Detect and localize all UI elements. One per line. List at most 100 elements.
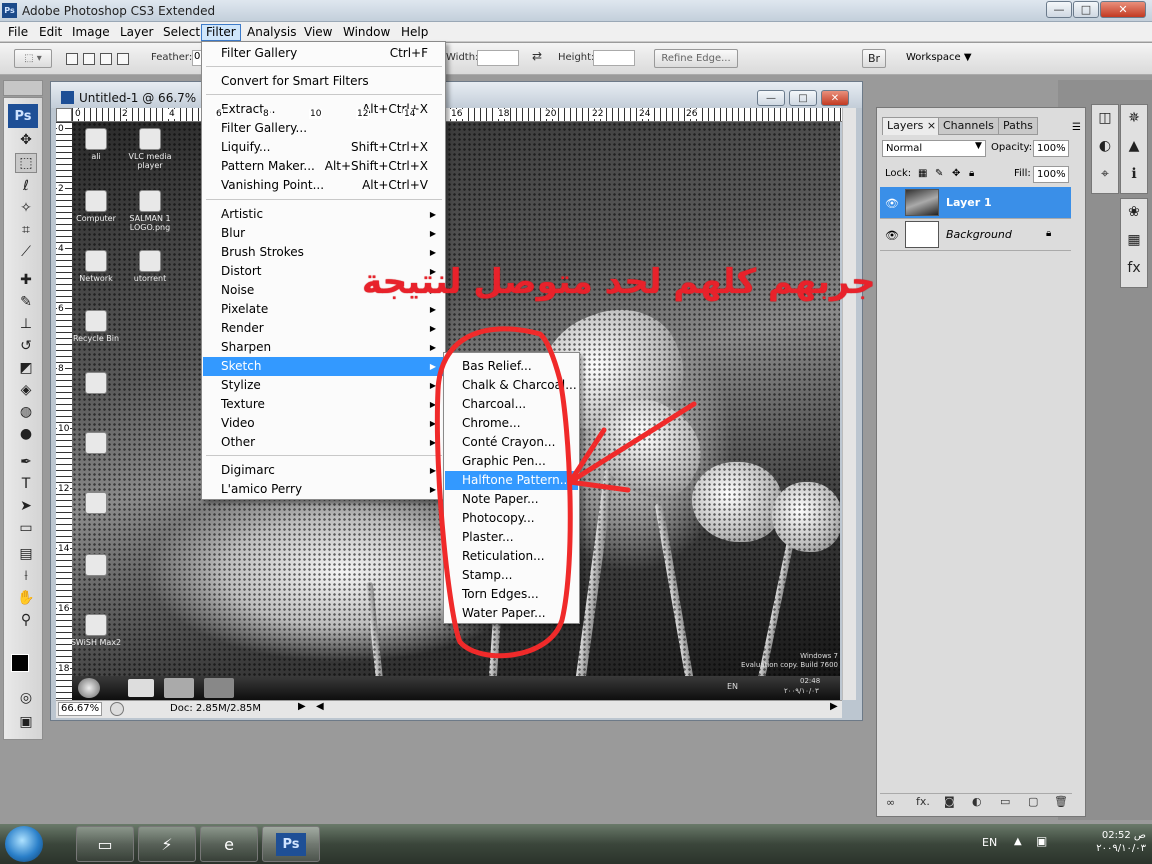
close-tab-icon[interactable]: × (927, 119, 936, 132)
new-selection-icon[interactable] (66, 53, 78, 65)
status-menu-arrow-icon[interactable]: ▶ (298, 701, 306, 712)
layer-style-icon[interactable]: fx. (916, 795, 930, 808)
tab-paths[interactable]: Paths (998, 117, 1038, 135)
maximize-button[interactable]: □ (1073, 1, 1099, 18)
history-brush-tool-icon[interactable]: ↺ (15, 336, 37, 356)
hand-tool-icon[interactable]: ✋ (15, 588, 37, 608)
taskbar-photoshop-button[interactable]: Ps (262, 826, 320, 862)
lock-pixels-icon[interactable]: ✎ (935, 168, 943, 179)
tray-chevron-icon[interactable]: ▲ (1014, 836, 1022, 847)
lock-all-icon[interactable]: 🔒︎ (969, 168, 974, 179)
zoom-level-field[interactable]: 66.67% (58, 702, 102, 716)
zoom-tool-icon[interactable]: ⚲ (15, 610, 37, 630)
lasso-tool-icon[interactable]: ℓ (15, 176, 37, 196)
magic-wand-tool-icon[interactable]: ✧ (15, 198, 37, 218)
workspace-button[interactable]: Workspace ▼ (906, 52, 972, 63)
opacity-input[interactable]: 100% (1033, 140, 1069, 157)
bridge-icon[interactable]: Br (862, 49, 886, 68)
add-to-selection-icon[interactable] (83, 53, 95, 65)
path-selection-tool-icon[interactable]: ➤ (15, 496, 37, 516)
slice-tool-icon[interactable]: ⟋ (15, 242, 37, 262)
menu-item-blur[interactable]: Blur ▶ (203, 224, 444, 243)
move-tool-icon[interactable]: ✥ (15, 130, 37, 150)
lock-position-icon[interactable]: ✥ (952, 168, 960, 179)
tray-network-icon[interactable]: ▣ (1036, 834, 1047, 848)
marquee-tool-icon[interactable]: ⬚ (15, 153, 37, 173)
color-panel-icon[interactable]: ❀ (1123, 201, 1145, 223)
info-panel-icon[interactable]: ℹ (1123, 163, 1145, 185)
menu-view[interactable]: View (300, 24, 336, 41)
dodge-tool-icon[interactable]: ● (15, 424, 37, 444)
adjustment-layer-icon[interactable]: ◐ (972, 795, 982, 808)
menu-item-lamico-perry[interactable]: L'amico Perry ▶ (203, 480, 444, 499)
eyedropper-tool-icon[interactable]: ⟊ (15, 566, 37, 586)
menu-file[interactable]: File (4, 24, 32, 41)
taskbar-clock[interactable]: 02:52 ص ۲۰۰۹/۱۰/۰۳ (1060, 829, 1146, 855)
minimize-button[interactable]: — (1046, 1, 1072, 18)
shape-tool-icon[interactable]: ▭ (15, 518, 37, 538)
menu-analysis[interactable]: Analysis (243, 24, 300, 41)
menu-window[interactable]: Window (339, 24, 394, 41)
document-close-button[interactable]: ✕ (821, 90, 849, 106)
marquee-preset-picker[interactable]: ⬚ ▾ (14, 49, 52, 68)
menu-item-liquify[interactable]: Liquify... Shift+Ctrl+X (203, 138, 444, 157)
width-input[interactable] (477, 50, 519, 66)
document-minimize-button[interactable]: — (757, 90, 785, 106)
brush-tool-icon[interactable]: ✎ (15, 292, 37, 312)
menu-item-other[interactable]: Other ▶ (203, 433, 444, 452)
menu-edit[interactable]: Edit (35, 24, 66, 41)
menu-item-pattern-maker[interactable]: Pattern Maker... Alt+Shift+Ctrl+X (203, 157, 444, 176)
menu-filter[interactable]: Filter (201, 24, 241, 41)
navigator-panel-icon[interactable]: ✵ (1123, 107, 1145, 129)
intersect-selection-icon[interactable] (117, 53, 129, 65)
menu-layer[interactable]: Layer (116, 24, 157, 41)
refine-edge-button[interactable]: Refine Edge... (654, 49, 738, 68)
menu-item-artistic[interactable]: Artistic ▶ (203, 205, 444, 224)
tab-channels[interactable]: Channels (938, 117, 999, 135)
lock-transparency-icon[interactable]: ▦ (918, 168, 927, 179)
menu-item-filter-gallery[interactable]: Filter Gallery... (203, 119, 444, 138)
scroll-right-arrow-icon[interactable]: ▶ (830, 701, 838, 712)
menu-item-digimarc[interactable]: Digimarc ▶ (203, 461, 444, 480)
histogram-panel-icon[interactable]: ▲ (1123, 135, 1145, 157)
menu-item-render[interactable]: Render ▶ (203, 319, 444, 338)
layer-row-layer-1[interactable]: 👁︎ Layer 1 (880, 187, 1071, 219)
menu-item-filter-gallery-last[interactable]: Filter Gallery Ctrl+F (203, 44, 444, 63)
channels-panel-icon[interactable]: ◐ (1094, 135, 1116, 157)
foreground-color-swatch[interactable] (11, 654, 29, 672)
menu-item-video[interactable]: Video ▶ (203, 414, 444, 433)
document-maximize-button[interactable]: □ (789, 90, 817, 106)
fill-input[interactable]: 100% (1033, 166, 1069, 183)
ruler-corner[interactable] (56, 108, 72, 122)
crop-tool-icon[interactable]: ⌗ (15, 220, 37, 240)
start-button-icon[interactable] (5, 826, 43, 862)
height-input[interactable] (593, 50, 635, 66)
eraser-tool-icon[interactable]: ◩ (15, 358, 37, 378)
trash-icon[interactable]: 🗑︎ (1054, 795, 1068, 808)
menu-help[interactable]: Help (397, 24, 432, 41)
healing-brush-tool-icon[interactable]: ✚ (15, 270, 37, 290)
notes-tool-icon[interactable]: ▤ (15, 544, 37, 564)
menu-image[interactable]: Image (68, 24, 114, 41)
clone-stamp-tool-icon[interactable]: ⊥ (15, 314, 37, 334)
scroll-left-arrow-icon[interactable]: ◀ (316, 701, 324, 712)
blur-tool-icon[interactable]: ◍ (15, 402, 37, 422)
menu-item-vanishing-point[interactable]: Vanishing Point... Alt+Ctrl+V (203, 176, 444, 195)
type-tool-icon[interactable]: T (15, 474, 37, 494)
vertical-scrollbar[interactable] (842, 108, 856, 700)
screen-mode-icon[interactable]: ▣ (15, 712, 37, 732)
panel-menu-icon[interactable]: ☰ (1072, 122, 1081, 133)
styles-panel-icon[interactable]: fx (1123, 257, 1145, 279)
menu-item-convert-smart-filters[interactable]: Convert for Smart Filters (203, 72, 444, 91)
swatches-panel-icon[interactable]: ▦ (1123, 229, 1145, 251)
new-layer-icon[interactable]: ▢ (1028, 795, 1038, 808)
close-button[interactable]: ✕ (1100, 1, 1146, 18)
photoshop-badge-icon[interactable]: Ps (8, 104, 38, 128)
chevron-down-icon[interactable]: ▼ (975, 141, 982, 151)
swap-icon[interactable]: ⇄ (532, 49, 542, 63)
paint-bucket-tool-icon[interactable]: ◈ (15, 380, 37, 400)
toolbox-header[interactable] (3, 80, 43, 96)
menu-select[interactable]: Select (159, 24, 204, 41)
menu-item-stylize[interactable]: Stylize ▶ (203, 376, 444, 395)
menu-item-brush-strokes[interactable]: Brush Strokes ▶ (203, 243, 444, 262)
